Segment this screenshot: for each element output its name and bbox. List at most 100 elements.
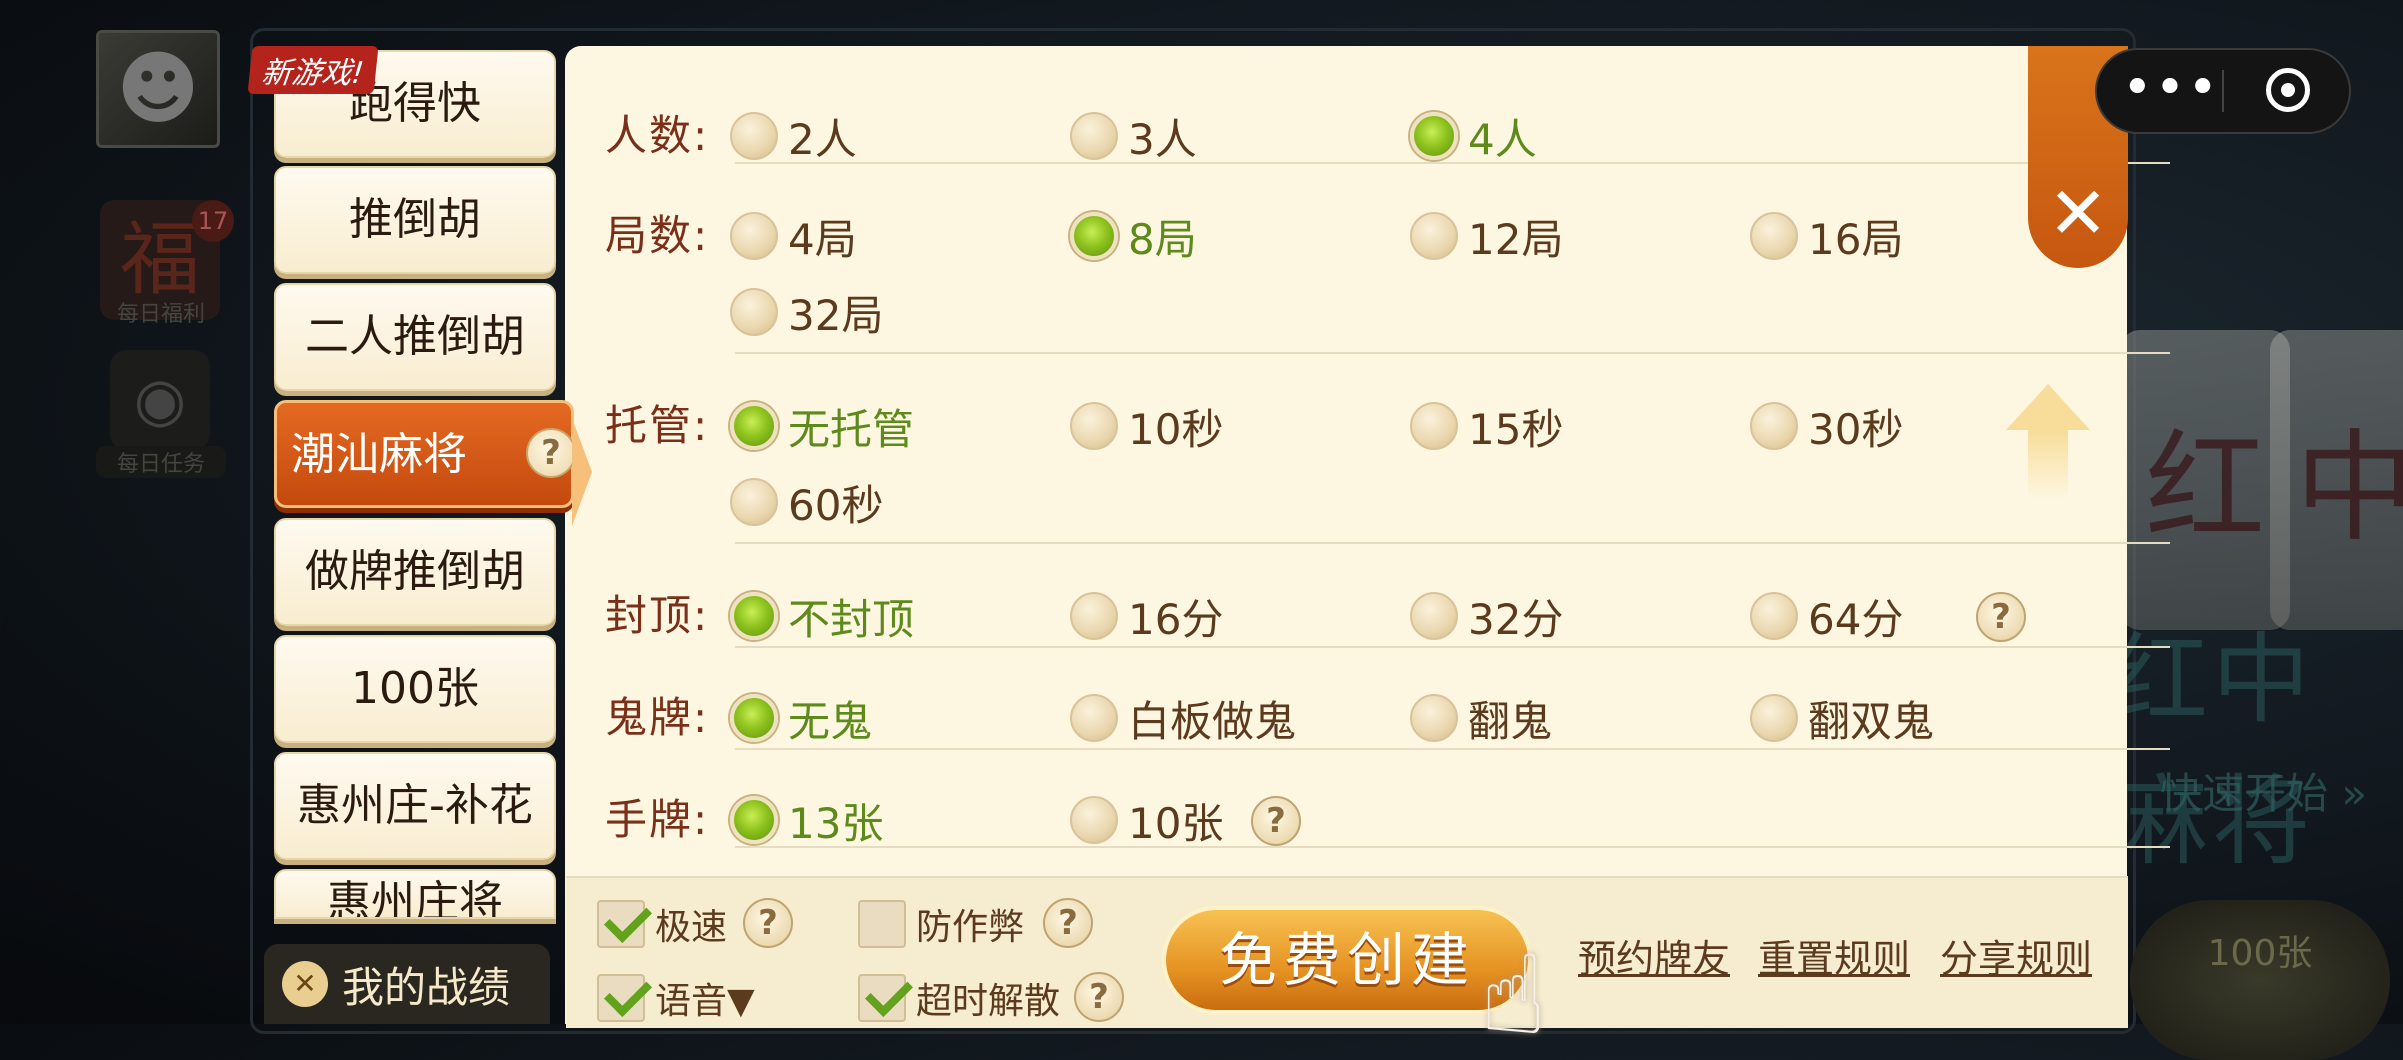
option-hosting-30s[interactable]: 30秒 [1750,396,1903,456]
tab-zuopai-tuidaohu[interactable]: 做牌推倒胡 [274,518,556,626]
option-ghost-double[interactable]: 翻双鬼 [1750,688,1934,748]
radio-icon[interactable] [1410,212,1458,260]
background-quick-start: 快速开始 » [2160,769,2368,818]
option-cap-64[interactable]: 64分 [1750,586,1903,646]
capsule-divider [2222,70,2224,112]
radio-icon[interactable] [1070,402,1118,450]
checkbox-checked-icon[interactable] [597,900,645,948]
tab-erren-tuidaohu[interactable]: 二人推倒胡 [274,283,556,391]
radio-selected-icon[interactable] [730,402,778,450]
option-hand-13[interactable]: 13张 [730,790,883,850]
my-record-label: 我的战绩 [342,962,511,1012]
option-rounds-16[interactable]: 16局 [1750,206,1903,266]
radio-icon[interactable] [730,212,778,260]
radio-icon[interactable] [1750,212,1798,260]
background-100-badge: 100张 [2130,900,2390,1060]
checkbox-voice[interactable]: 语音▼ [597,970,755,1026]
radio-selected-icon[interactable] [730,592,778,640]
option-players-3[interactable]: 3人 [1070,106,1197,166]
new-game-badge: 新游戏! [247,46,379,94]
option-hosting-15s[interactable]: 15秒 [1410,396,1563,456]
radio-icon[interactable] [1410,694,1458,742]
option-cap-16[interactable]: 16分 [1070,586,1223,646]
tab-100zhang[interactable]: 100张 [274,635,556,743]
tab-partial[interactable]: 惠州庄将 [274,869,556,919]
background-tile: 红 [2120,330,2290,630]
divider [735,646,2170,648]
option-ghost-flip[interactable]: 翻鬼 [1410,688,1552,748]
checkbox-icon[interactable] [858,900,906,948]
more-icon[interactable]: ••• [2122,58,2218,124]
background-fu-caption: 每日福利 [116,302,205,327]
radio-icon[interactable] [1070,694,1118,742]
background-avatar: ☻ [96,30,220,148]
option-rounds-32[interactable]: 32局 [730,282,883,342]
divider [735,162,2170,164]
option-hosting-10s[interactable]: 10秒 [1070,396,1223,456]
background-fu-badge: 17 [192,200,234,242]
option-rounds-4[interactable]: 4局 [730,206,857,266]
option-hand-10[interactable]: 10张 [1070,790,1223,850]
close-icon[interactable]: ✕ [2040,175,2116,251]
tab-huizhou-buhua[interactable]: 惠州庄-补花 [274,752,556,860]
link-reserve-friends[interactable]: 预约牌友 [1578,928,1730,983]
option-hosting-60s[interactable]: 60秒 [730,472,883,532]
radio-selected-icon[interactable] [1410,112,1458,160]
radio-icon[interactable] [1070,592,1118,640]
radio-icon[interactable] [1070,796,1118,844]
option-rounds-8[interactable]: 8局 [1070,206,1197,266]
radio-icon[interactable] [1750,592,1798,640]
timeout-help-icon[interactable]: ? [1074,972,1124,1022]
radio-icon[interactable] [730,288,778,336]
option-players-4[interactable]: 4人 [1410,106,1537,166]
link-share-rules[interactable]: 分享规则 [1940,928,2092,983]
option-players-2[interactable]: 2人 [730,106,857,166]
checkbox-speed[interactable]: 极速 [597,896,727,952]
radio-selected-icon[interactable] [1070,212,1118,260]
radio-icon[interactable] [1410,402,1458,450]
speed-help-icon[interactable]: ? [743,898,793,948]
hand-label: 手牌: [605,795,710,844]
my-record-button[interactable]: ✕ 我的战绩 [264,944,550,1024]
checkbox-checked-icon[interactable] [858,974,906,1022]
checkbox-checked-icon[interactable] [597,974,645,1022]
link-reset-rules[interactable]: 重置规则 [1758,928,1910,983]
scroll-up-arrow-stem [2028,430,2068,500]
radio-icon[interactable] [730,478,778,526]
background-bag-icon: ◉ [110,350,210,450]
swords-icon: ✕ [282,961,328,1007]
option-cap-none[interactable]: 不封顶 [730,586,914,646]
radio-icon[interactable] [1410,592,1458,640]
radio-icon[interactable] [1070,112,1118,160]
radio-icon[interactable] [730,112,778,160]
radio-icon[interactable] [1750,694,1798,742]
radio-icon[interactable] [1750,402,1798,450]
scroll-up-arrow-icon[interactable] [2006,384,2090,430]
background-game-title: 红中麻将 [2110,623,2315,879]
ghost-label: 鬼牌: [605,693,710,742]
option-ghost-white[interactable]: 白板做鬼 [1070,688,1296,748]
rounds-label: 局数: [605,211,710,260]
create-free-button[interactable]: 免费创建 [1162,906,1532,1014]
divider [735,748,2170,750]
checkbox-timeout[interactable]: 超时解散 [858,970,1060,1026]
tab-tuidaohu[interactable]: 推倒胡 [274,166,556,274]
background-bag-caption: 每日任务 [96,446,226,478]
divider [735,846,2170,848]
chaoshan-help-icon[interactable]: ? [526,428,576,478]
option-hosting-none[interactable]: 无托管 [730,396,914,456]
radio-selected-icon[interactable] [730,796,778,844]
option-rounds-12[interactable]: 12局 [1410,206,1563,266]
option-ghost-none[interactable]: 无鬼 [730,688,872,748]
background-tile: 中 [2270,330,2403,630]
cap-help-icon[interactable]: ? [1976,592,2026,642]
option-cap-32[interactable]: 32分 [1410,586,1563,646]
capsule-close-icon[interactable] [2266,68,2310,112]
divider [735,352,2170,354]
anticheat-help-icon[interactable]: ? [1043,898,1093,948]
cap-label: 封顶: [605,591,710,640]
hand-help-icon[interactable]: ? [1251,796,1301,846]
checkbox-anticheat[interactable]: 防作弊 [858,896,1024,952]
radio-selected-icon[interactable] [730,694,778,742]
hosting-label: 托管: [605,401,710,450]
